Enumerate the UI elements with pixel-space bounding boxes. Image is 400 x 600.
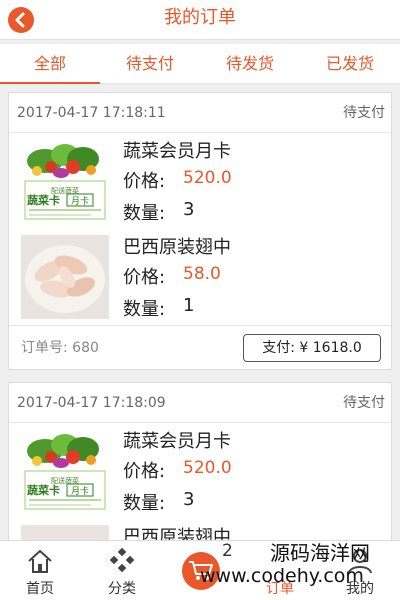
vegetable-card-image: 配送蔬菜 蔬菜卡 月卡	[21, 137, 109, 221]
quantity-label: 数量:	[123, 493, 166, 514]
order-number: 订单号: 680	[21, 340, 99, 356]
order-time: 2017-04-17 17:18:09	[17, 395, 166, 411]
tab-pending-shipment[interactable]: 待发货	[200, 44, 300, 83]
quantity-label: 数量:	[123, 299, 166, 320]
chicken-wing-image	[21, 235, 109, 319]
nav-home-label: 首页	[26, 581, 54, 597]
tab-pending-payment[interactable]: 待支付	[100, 44, 200, 83]
nav-category[interactable]: 分类	[82, 541, 162, 600]
tab-shipped[interactable]: 已发货	[300, 44, 400, 83]
order-card[interactable]: 2017-04-17 17:18:09 待支付 配送蔬菜 蔬菜卡 月卡 蔬菜会员…	[8, 382, 392, 600]
item-price: 520.0	[183, 168, 232, 188]
item-name: 巴西原装翅中	[123, 237, 231, 258]
order-tabs: 全部 待支付 待发货 已发货	[0, 44, 400, 84]
item-quantity: 3	[183, 489, 195, 510]
nav-home[interactable]: 首页	[0, 541, 80, 600]
price-label: 价格:	[123, 171, 166, 192]
order-footer: 订单号: 680 支付: ¥ 1618.0	[9, 325, 391, 369]
item-price: 520.0	[183, 458, 232, 478]
home-icon	[28, 550, 52, 573]
item-name: 蔬菜会员月卡	[123, 141, 231, 162]
order-item[interactable]: 巴西原装翅中 价格: 58.0 数量: 1	[9, 229, 391, 325]
vegetable-card-image: 配送蔬菜 蔬菜卡 月卡	[21, 427, 109, 511]
watermark-title: 源码海洋网	[270, 541, 370, 565]
price-label: 价格:	[123, 267, 166, 288]
pay-button[interactable]: 支付: ¥ 1618.0	[243, 334, 381, 362]
quantity-label: 数量:	[123, 203, 166, 224]
order-header: 2017-04-17 17:18:11 待支付	[9, 93, 391, 133]
top-bar: 我的订单	[0, 0, 400, 40]
cart-count-badge: 2	[222, 541, 233, 561]
order-time: 2017-04-17 17:18:11	[17, 105, 166, 121]
category-icon	[109, 547, 135, 573]
svg-text:月卡: 月卡	[71, 485, 89, 497]
page-title: 我的订单	[164, 7, 236, 28]
order-header: 2017-04-17 17:18:09 待支付	[9, 383, 391, 423]
svg-text:蔬菜卡: 蔬菜卡	[27, 193, 60, 207]
item-price: 58.0	[183, 264, 221, 284]
nav-category-label: 分类	[108, 581, 136, 597]
order-item[interactable]: 配送蔬菜 蔬菜卡 月卡 蔬菜会员月卡 价格: 520.0 数量: 3	[9, 133, 391, 229]
order-list-page: 我的订单 全部 待支付 待发货 已发货 2017-04-17 17:18:11 …	[0, 0, 400, 600]
tab-all[interactable]: 全部	[0, 44, 100, 84]
order-status: 待支付	[343, 395, 385, 411]
order-item[interactable]: 配送蔬菜 蔬菜卡 月卡 蔬菜会员月卡 价格: 520.0 数量: 3	[9, 423, 391, 519]
order-card[interactable]: 2017-04-17 17:18:11 待支付 配送蔬菜 蔬菜卡 月卡 蔬菜会员…	[8, 92, 392, 370]
order-status: 待支付	[343, 105, 385, 121]
svg-text:蔬菜卡: 蔬菜卡	[27, 483, 60, 497]
item-name: 蔬菜会员月卡	[123, 431, 231, 452]
item-quantity: 1	[183, 295, 195, 316]
watermark: 源码海洋网 www.codehy.com	[200, 541, 370, 587]
watermark-url: www.codehy.com	[200, 565, 364, 587]
item-quantity: 3	[183, 199, 195, 220]
svg-text:月卡: 月卡	[71, 195, 89, 207]
price-label: 价格:	[123, 461, 166, 482]
